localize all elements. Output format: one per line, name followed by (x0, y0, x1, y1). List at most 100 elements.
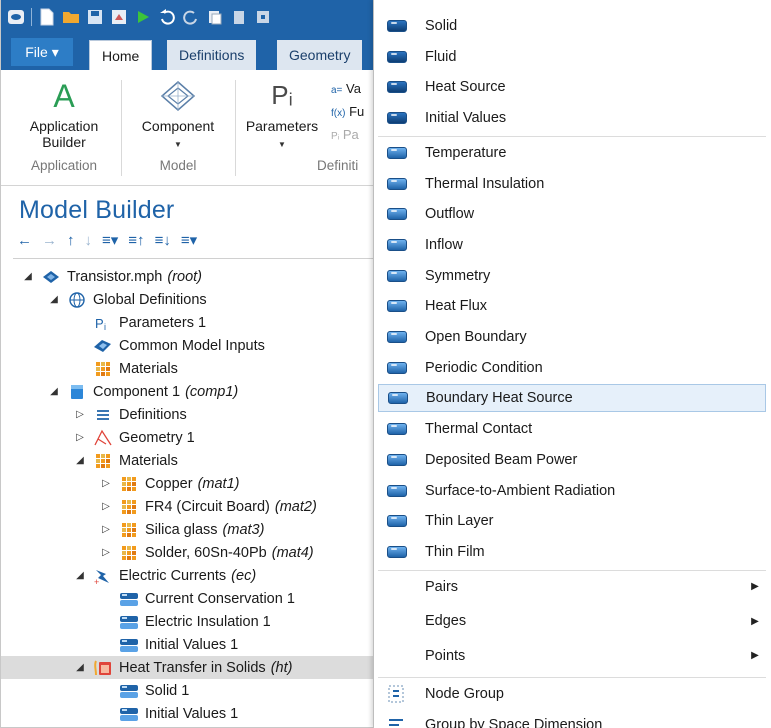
ribbon-separator (121, 80, 122, 176)
menu-item[interactable]: Heat Flux (378, 292, 766, 320)
tree-node[interactable]: ▷ Copper (mat1) (13, 472, 379, 495)
tree-node[interactable]: ▷ Solder, 60Sn-40Pb (mat4) (13, 541, 379, 564)
menu-item[interactable]: Thin Film (378, 538, 766, 566)
menu-item[interactable]: Boundary Heat Source (378, 384, 766, 413)
app-menu-icon[interactable] (7, 8, 25, 26)
tree-node[interactable]: Pi Parameters 1 (13, 311, 379, 334)
ribbon-separator (235, 80, 236, 176)
menu-item[interactable]: Thin Layer (378, 507, 766, 535)
expand-arrow-icon[interactable]: ▷ (99, 524, 113, 535)
tree-node[interactable]: ◢ Component 1 (comp1) (13, 380, 379, 403)
menu-item[interactable]: Temperature (378, 139, 766, 167)
back-arrow-icon[interactable]: ← (17, 232, 32, 250)
ribbon-tab-bar: File ▾ Home Definitions Geometry (1, 34, 380, 70)
save-icon[interactable] (86, 8, 104, 26)
tab-definitions[interactable]: Definitions (167, 40, 257, 70)
tree-node[interactable]: ◢ Global Definitions (13, 288, 379, 311)
collapse-sections-icon[interactable]: ≡↓ (155, 232, 171, 250)
tree-node[interactable]: ▷ Definitions (13, 403, 379, 426)
menu-item[interactable]: Symmetry (378, 262, 766, 290)
collapse-arrow-icon[interactable]: ◢ (47, 386, 61, 397)
tree-node[interactable]: ◢ Transistor.mph (root) (13, 265, 379, 288)
menu-item[interactable]: Fluid (378, 43, 766, 71)
app-builder-icon[interactable] (110, 8, 128, 26)
move-down-icon[interactable]: ↓ (85, 232, 93, 250)
menu-item[interactable]: Inflow (378, 231, 766, 259)
menu-item-label: Thermal Contact (425, 421, 533, 438)
tree-node-tag: (mat1) (197, 475, 240, 492)
menu-item[interactable]: Surface-to-Ambient Radiation (378, 477, 766, 505)
expand-sections-icon[interactable]: ≡↑ (128, 232, 144, 250)
tree-node[interactable]: Initial Values 1 (13, 702, 379, 725)
new-file-icon[interactable] (38, 8, 56, 26)
tree-node[interactable]: ▷ FR4 (Circuit Board) (mat2) (13, 495, 379, 518)
tree-node[interactable]: ▷ Geometry 1 (13, 426, 379, 449)
model-icon (41, 269, 61, 285)
expand-arrow-icon[interactable]: ▷ (99, 501, 113, 512)
tab-geometry[interactable]: Geometry (277, 40, 363, 70)
tree-node[interactable]: ◢ Materials (13, 449, 379, 472)
menu-item[interactable]: Initial Values (378, 104, 766, 132)
paste-icon[interactable] (230, 8, 248, 26)
menu-item[interactable]: Group by Space Dimension (378, 711, 766, 728)
collapse-arrow-icon[interactable]: ◢ (21, 271, 35, 282)
quick-access-toolbar (1, 0, 380, 34)
tree-node[interactable]: ◢ Heat Transfer in Solids (ht) (1, 656, 379, 679)
menu-item[interactable]: Periodic Condition (378, 354, 766, 382)
component-button[interactable]: Component ▼ (123, 118, 233, 153)
tree-node[interactable]: ▷ Silica glass (mat3) (13, 518, 379, 541)
undo-icon[interactable] (158, 8, 176, 26)
tree-node[interactable]: Initial Values 1 (13, 633, 379, 656)
show-more-options-icon[interactable]: ≡▾ (102, 232, 118, 250)
svg-text:i: i (104, 322, 106, 331)
tree-node[interactable]: Materials (13, 357, 379, 380)
menu-item[interactable]: Thermal Contact (378, 415, 766, 443)
variables-button[interactable]: a= Va (331, 78, 364, 101)
menu-item[interactable]: Heat Source (378, 73, 766, 101)
expand-arrow-icon[interactable]: ▷ (73, 409, 87, 420)
expand-arrow-icon[interactable]: ▷ (99, 547, 113, 558)
expand-arrow-icon[interactable]: ▷ (73, 432, 87, 443)
parameter-case-button[interactable]: Pᵢ Pa (331, 124, 364, 147)
expand-arrow-icon[interactable]: ▷ (99, 478, 113, 489)
menu-item[interactable]: Points ▶ (378, 642, 766, 670)
redo-icon[interactable] (182, 8, 200, 26)
menu-item[interactable]: Thermal Insulation (378, 170, 766, 198)
tree-node-label: Copper (145, 475, 193, 492)
parameters-button[interactable]: Parameters ▼ (237, 118, 327, 153)
component-button-label: Component (141, 118, 215, 134)
menu-item[interactable]: Node Group (378, 680, 766, 708)
application-builder-button[interactable]: Application Builder (9, 118, 119, 150)
ribbon-group-application: A Application Builder Application (9, 70, 119, 186)
tree-options-icon[interactable]: ≡▾ (181, 232, 197, 250)
tree-node-label: Parameters 1 (119, 314, 207, 331)
menu-item[interactable]: Deposited Beam Power (378, 446, 766, 474)
forward-arrow-icon[interactable]: → (42, 232, 57, 250)
duplicate-icon[interactable] (254, 8, 272, 26)
collapse-arrow-icon[interactable]: ◢ (73, 455, 87, 466)
copy-icon[interactable] (206, 8, 224, 26)
tree-node[interactable]: Solid 1 (13, 679, 379, 702)
definitions-icon (93, 407, 113, 423)
menu-item[interactable]: Outflow (378, 200, 766, 228)
menu-item-label: Fluid (425, 48, 457, 65)
tab-home[interactable]: Home (89, 40, 153, 70)
tree-node[interactable]: Common Model Inputs (13, 334, 379, 357)
tree-node-label: Electric Insulation 1 (145, 613, 271, 630)
tree-node[interactable]: Electric Insulation 1 (13, 610, 379, 633)
menu-item[interactable]: Pairs ▶ (378, 573, 766, 601)
functions-button[interactable]: f(x) Fu (331, 101, 364, 124)
feature-icon (119, 706, 139, 722)
menu-item[interactable]: Edges ▶ (378, 607, 766, 635)
run-icon[interactable] (134, 8, 152, 26)
file-menu-button[interactable]: File ▾ (11, 38, 73, 66)
collapse-arrow-icon[interactable]: ◢ (73, 570, 87, 581)
open-folder-icon[interactable] (62, 8, 80, 26)
move-up-icon[interactable]: ↑ (67, 232, 75, 250)
tree-node[interactable]: ◢ + Electric Currents (ec) (13, 564, 379, 587)
tree-node[interactable]: Current Conservation 1 (13, 587, 379, 610)
menu-item[interactable]: Solid (378, 12, 766, 40)
menu-item[interactable]: Open Boundary (378, 323, 766, 351)
collapse-arrow-icon[interactable]: ◢ (47, 294, 61, 305)
collapse-arrow-icon[interactable]: ◢ (73, 662, 87, 673)
